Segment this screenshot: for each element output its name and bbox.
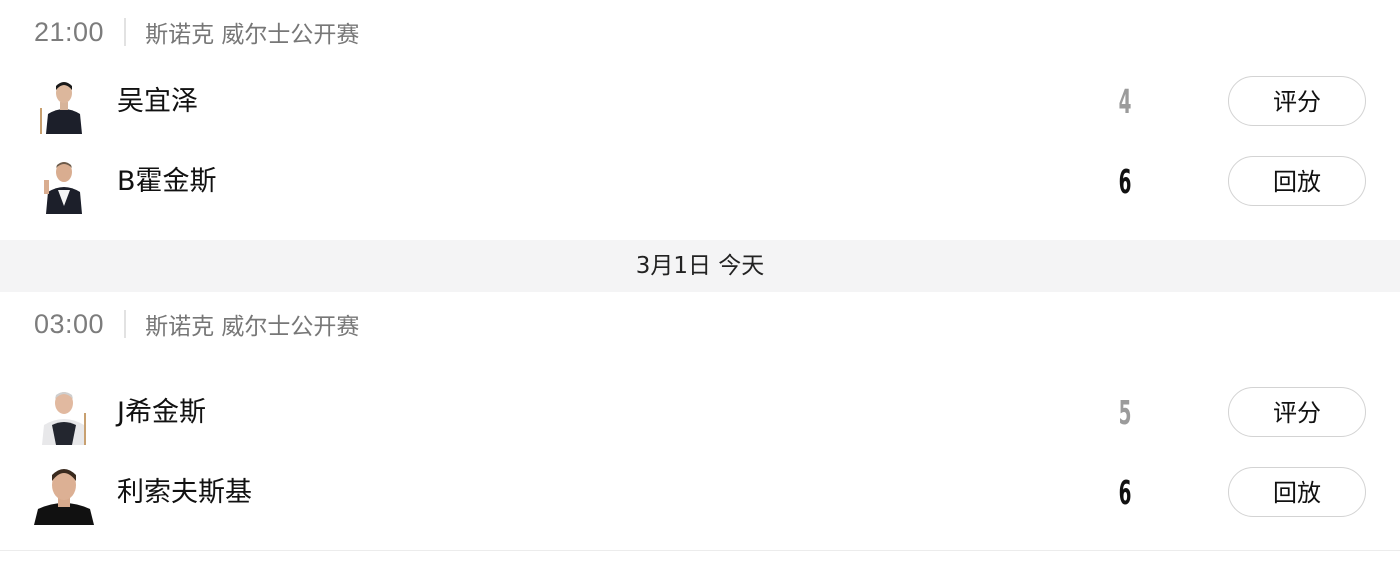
rating-button[interactable]: 评分 <box>1228 387 1366 437</box>
player-score: 5 <box>1118 393 1132 432</box>
player-name: 吴宜泽 <box>117 86 198 117</box>
player-name: 利索夫斯基 <box>117 477 252 508</box>
player-score: 4 <box>1118 82 1132 121</box>
player-row: 吴宜泽 4 评分 <box>0 67 1400 137</box>
player-name: B霍金斯 <box>117 166 217 197</box>
player-row: 利索夫斯基 6 回放 <box>0 458 1400 528</box>
replay-button[interactable]: 回放 <box>1228 156 1366 206</box>
competition-name: 斯诺克 威尔士公开赛 <box>145 314 360 340</box>
player-score: 6 <box>1118 473 1132 512</box>
player-avatar <box>34 385 94 445</box>
player-name: J希金斯 <box>117 397 206 428</box>
competition-name: 斯诺克 威尔士公开赛 <box>145 22 360 48</box>
player-avatar <box>34 74 94 134</box>
header-divider <box>124 18 127 46</box>
match-time: 21:00 <box>34 16 105 47</box>
rating-button[interactable]: 评分 <box>1228 76 1366 126</box>
match-card[interactable]: 21:00 斯诺克 威尔士公开赛 吴宜泽 4 评分 B霍金斯 6 回放 <box>0 0 1400 240</box>
header-divider <box>124 310 127 338</box>
player-row: B霍金斯 6 回放 <box>0 147 1400 217</box>
player-avatar <box>34 154 94 214</box>
match-card[interactable]: 03:00 斯诺克 威尔士公开赛 J希金斯 5 评分 利索夫斯基 6 回放 <box>0 292 1400 551</box>
replay-button[interactable]: 回放 <box>1228 467 1366 517</box>
match-header: 21:00 斯诺克 威尔士公开赛 <box>34 14 359 50</box>
match-time: 03:00 <box>34 308 105 339</box>
player-row: J希金斯 5 评分 <box>0 378 1400 448</box>
match-header: 03:00 斯诺克 威尔士公开赛 <box>34 306 359 342</box>
player-avatar <box>34 465 94 525</box>
date-divider: 3月1日 今天 <box>0 240 1400 292</box>
player-score: 6 <box>1118 162 1132 201</box>
